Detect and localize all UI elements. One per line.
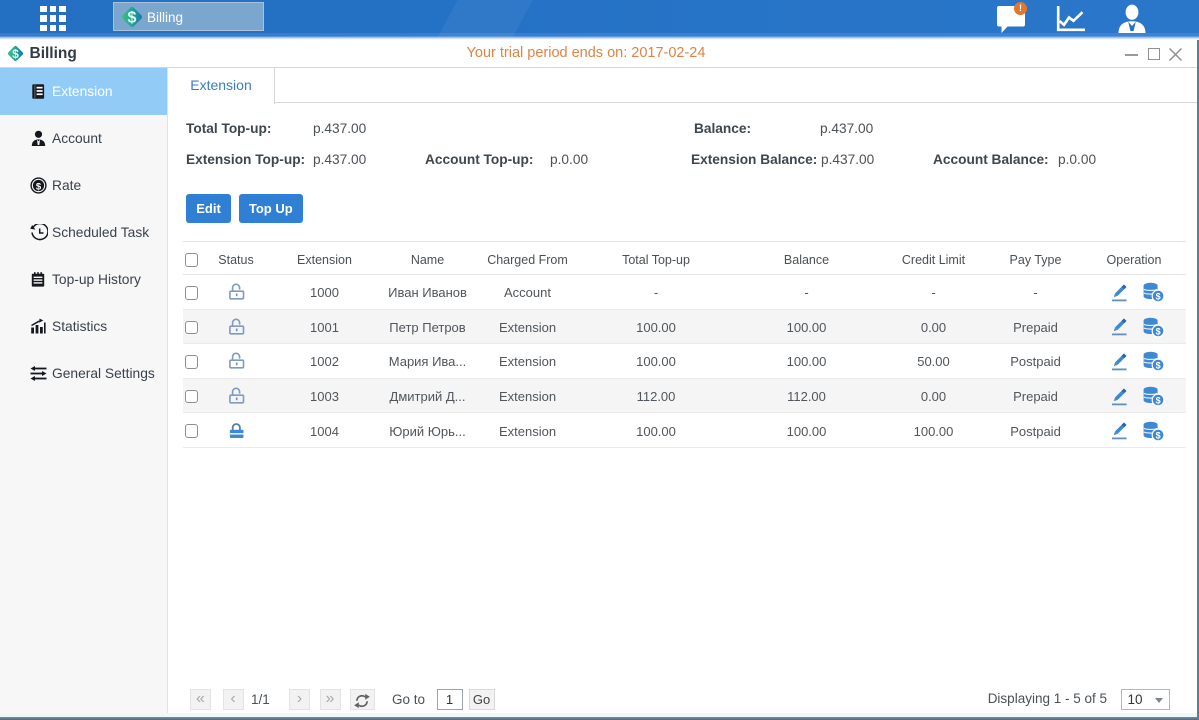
svg-text:$: $	[12, 47, 19, 61]
svg-text:$: $	[1155, 361, 1160, 371]
svg-text:$: $	[36, 181, 42, 192]
svg-text:$: $	[128, 10, 137, 27]
svg-text:$: $	[1155, 326, 1160, 336]
svg-text:$: $	[1155, 395, 1160, 405]
svg-text:$: $	[1155, 292, 1160, 302]
svg-text:$: $	[1155, 430, 1160, 440]
